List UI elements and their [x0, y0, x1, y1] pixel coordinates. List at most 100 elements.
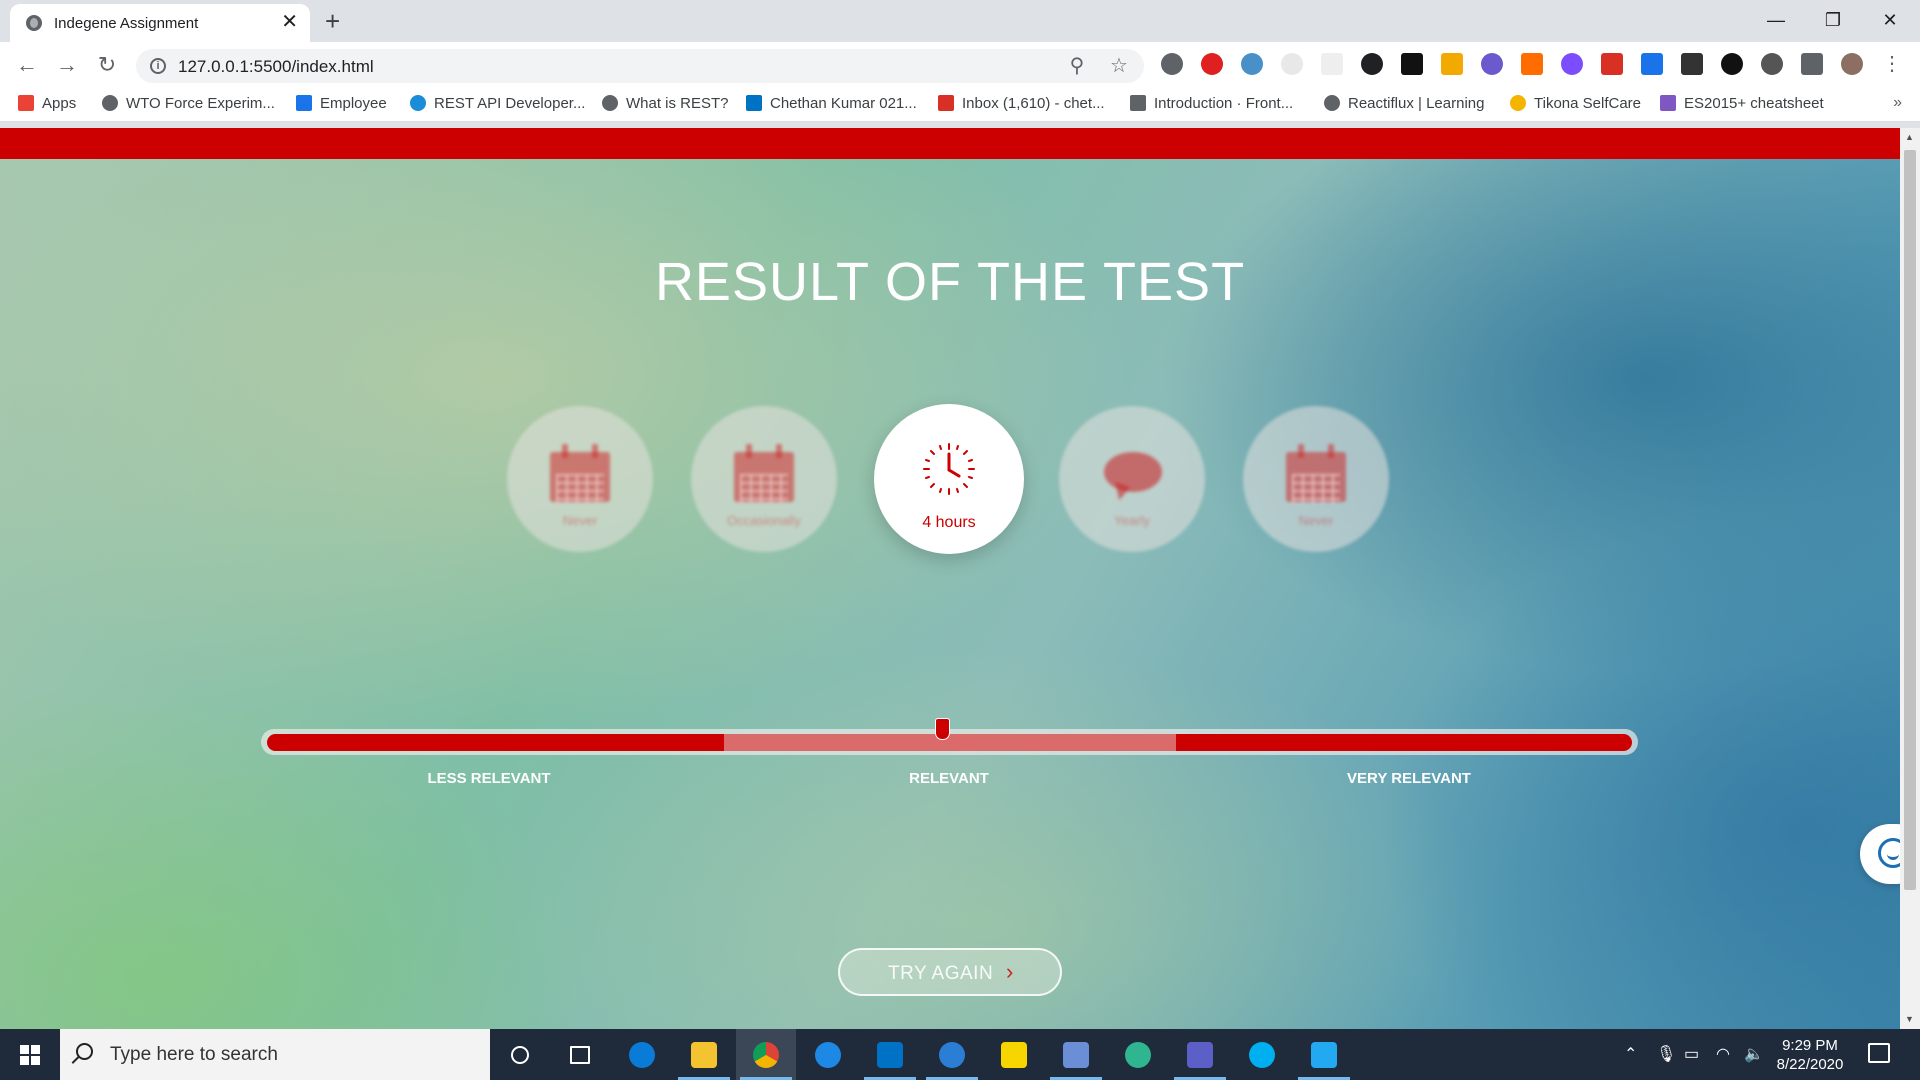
forward-icon[interactable]: → [52, 50, 82, 80]
start-button[interactable] [0, 1029, 60, 1080]
bookmarks-overflow-button[interactable]: » [1893, 94, 1902, 112]
bookmark-label: WTO Force Experim... [126, 95, 275, 112]
taskbar-vscode[interactable] [1294, 1029, 1354, 1080]
option-label: 4 hours [922, 514, 976, 531]
extension-icon[interactable] [1201, 53, 1223, 75]
globe-icon [102, 95, 118, 111]
minimize-button[interactable]: — [1748, 4, 1804, 36]
extension-icon[interactable] [1361, 53, 1383, 75]
info-icon[interactable]: i [150, 58, 166, 74]
extension-icon[interactable] [1241, 53, 1263, 75]
option-4-hours[interactable]: 4 hours [874, 404, 1024, 554]
bookmark-item[interactable]: Tikona SelfCare [1510, 95, 1641, 112]
scroll-down-icon[interactable]: ▼ [1905, 1014, 1914, 1024]
scroll-thumb[interactable] [1904, 150, 1916, 890]
extension-icon[interactable] [1601, 53, 1623, 75]
scroll-up-icon[interactable]: ▲ [1905, 132, 1914, 142]
bookmark-label: Apps [42, 95, 77, 112]
extension-icon[interactable] [1161, 53, 1183, 75]
extension-icon[interactable] [1721, 53, 1743, 75]
tab-close-button[interactable]: ✕ [281, 10, 298, 34]
close-window-button[interactable]: ✕ [1862, 4, 1918, 36]
taskbar-chrome[interactable] [736, 1029, 796, 1080]
extension-icon[interactable] [1641, 53, 1663, 75]
try-again-label: TRY AGAIN [888, 963, 994, 984]
taskbar-chat-app[interactable] [922, 1029, 982, 1080]
address-bar[interactable]: i 127.0.0.1:5500/index.html ⚲ ☆ [136, 49, 1144, 83]
extension-icon[interactable] [1561, 53, 1583, 75]
extension-icon[interactable] [1761, 53, 1783, 75]
clock-date: 8/22/2020 [1776, 1056, 1844, 1073]
globe-icon [1324, 95, 1340, 111]
clock-time: 9:29 PM [1782, 1037, 1838, 1054]
option-yearly[interactable]: Yearly [1059, 406, 1205, 552]
extension-icon[interactable] [1441, 53, 1463, 75]
bookmark-item[interactable]: Inbox (1,610) - chet... [938, 95, 1105, 112]
star-icon[interactable]: ☆ [1108, 55, 1130, 77]
taskbar-file-explorer[interactable] [674, 1029, 734, 1080]
tikona-icon [1510, 95, 1526, 111]
taskbar-skype[interactable] [1232, 1029, 1292, 1080]
page-scrollbar[interactable]: ▲ ▼ [1900, 128, 1920, 1029]
bookmark-label: Introduction · Front... [1154, 95, 1294, 112]
taskbar-network-app[interactable] [1046, 1029, 1106, 1080]
bookmark-item[interactable]: Employee [296, 95, 387, 112]
microphone-icon[interactable]: 🎙 [1656, 1029, 1676, 1080]
slider-segment-very [1176, 734, 1632, 751]
url-text[interactable]: 127.0.0.1:5500/index.html [178, 57, 374, 77]
new-tab-button[interactable]: + [325, 6, 340, 36]
extension-icon[interactable] [1401, 53, 1423, 75]
taskbar-clock[interactable]: 9:29 PM 8/22/2020 [1758, 1036, 1862, 1074]
edge-icon [629, 1042, 655, 1068]
avatar[interactable] [1841, 53, 1863, 75]
folder-icon [691, 1042, 717, 1068]
browser-tab[interactable]: Indegene Assignment ✕ [10, 4, 310, 42]
bookmark-item[interactable]: ES2015+ cheatsheet [1660, 95, 1824, 112]
battery-icon[interactable]: ▭ [1684, 1029, 1699, 1080]
zoom-icon[interactable]: ⚲ [1066, 55, 1088, 77]
option-never[interactable]: Never [507, 406, 653, 552]
bookmark-item[interactable]: Introduction · Front... [1130, 95, 1293, 112]
bookmark-item[interactable]: WTO Force Experim... [102, 95, 275, 112]
try-again-button[interactable]: TRY AGAIN › [838, 948, 1062, 996]
puzzle-icon[interactable] [1801, 53, 1823, 75]
taskbar-outlook[interactable] [860, 1029, 920, 1080]
bookmark-item[interactable]: Apps [18, 95, 76, 112]
task-view-button[interactable] [550, 1029, 610, 1080]
extension-icon[interactable] [1321, 53, 1343, 75]
bookmark-item[interactable]: Chethan Kumar 021... [746, 95, 917, 112]
bookmark-item[interactable]: Reactiflux | Learning [1324, 95, 1484, 112]
notification-icon[interactable] [1868, 1043, 1890, 1063]
tray-chevron-icon[interactable]: ⌃ [1624, 1029, 1637, 1080]
search-icon [76, 1043, 93, 1060]
slider-thumb[interactable] [935, 718, 950, 740]
cortana-button[interactable] [490, 1029, 550, 1080]
taskbar-search[interactable]: Type here to search [60, 1029, 490, 1080]
extension-icon[interactable] [1481, 53, 1503, 75]
slider-segment-relevant [724, 734, 1176, 751]
taskbar-edge[interactable] [612, 1029, 672, 1080]
browser-toolbar: ← → ↻ i 127.0.0.1:5500/index.html ⚲ ☆ [0, 42, 1920, 88]
option-occasionally[interactable]: Occasionally [691, 406, 837, 552]
windows-logo-icon [20, 1045, 40, 1065]
bookmark-label: REST API Developer... [434, 95, 586, 112]
restore-button[interactable]: ❐ [1805, 4, 1861, 36]
taskbar-app[interactable] [1108, 1029, 1168, 1080]
taskbar-sticky-notes[interactable] [984, 1029, 1044, 1080]
back-icon[interactable]: ← [12, 50, 42, 80]
extension-icon[interactable] [1281, 53, 1303, 75]
option-never-2[interactable]: Never [1243, 406, 1389, 552]
extension-icon[interactable] [1521, 53, 1543, 75]
bookmark-item[interactable]: What is REST? [602, 95, 729, 112]
reload-icon[interactable]: ↻ [92, 50, 122, 80]
taskbar-teams[interactable] [1170, 1029, 1230, 1080]
option-label: Yearly [1114, 513, 1150, 528]
option-label: Occasionally [727, 513, 801, 528]
extension-icon[interactable] [1681, 53, 1703, 75]
kebab-menu-icon[interactable]: ⋮ [1881, 53, 1903, 75]
wifi-icon[interactable]: ◠ [1716, 1029, 1730, 1080]
outlook-icon [746, 95, 762, 111]
bookmark-item[interactable]: REST API Developer... [410, 95, 585, 112]
sticky-notes-icon [1001, 1042, 1027, 1068]
taskbar-ie[interactable] [798, 1029, 858, 1080]
